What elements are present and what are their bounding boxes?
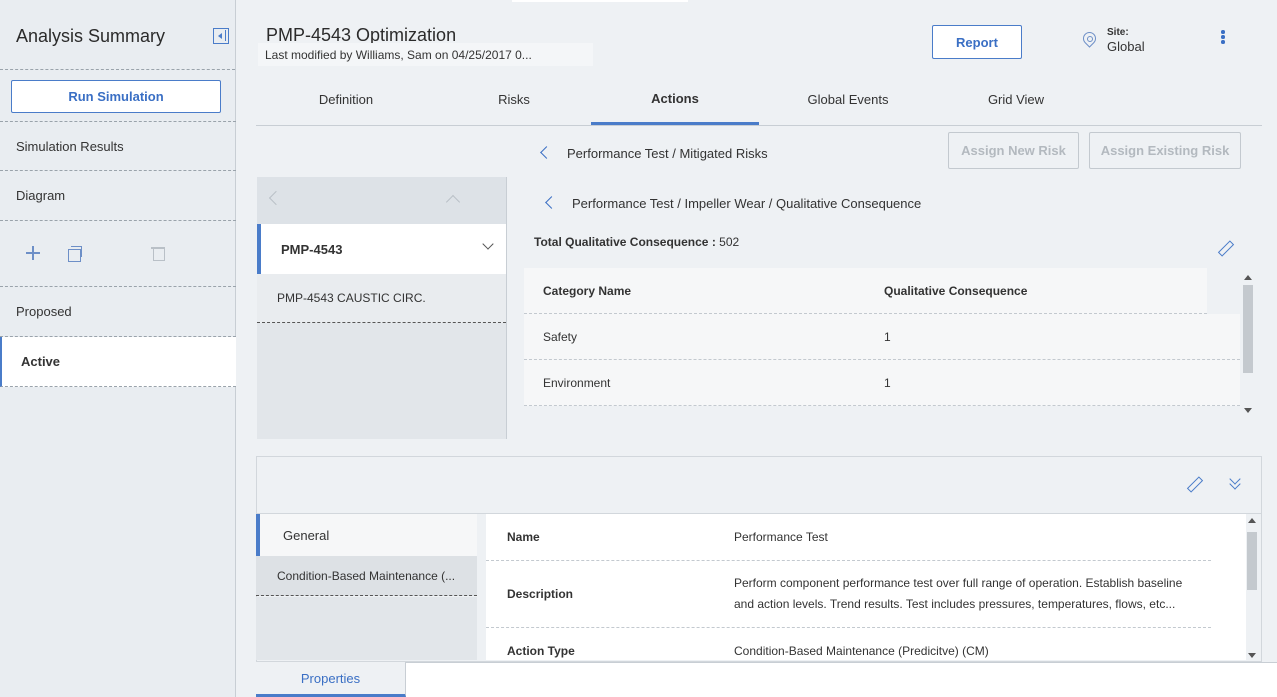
run-simulation-button[interactable]: Run Simulation bbox=[11, 80, 221, 113]
scroll-thumb[interactable] bbox=[1243, 285, 1253, 373]
scroll-down-icon[interactable] bbox=[1244, 408, 1252, 413]
sidebar-toolbar bbox=[0, 221, 236, 287]
nav-item-pmp-4543[interactable]: PMP-4543 bbox=[257, 224, 506, 274]
chevron-left-icon bbox=[268, 190, 284, 206]
edit-pencil-icon[interactable] bbox=[1218, 241, 1232, 255]
property-row-action-type: Action Type Condition-Based Maintenance … bbox=[486, 628, 1211, 660]
column-header-qualitative-consequence[interactable]: Qualitative Consequence bbox=[865, 284, 1027, 298]
assign-existing-risk-button[interactable]: Assign Existing Risk bbox=[1089, 132, 1241, 169]
qualitative-consequence-table: Category Name Qualitative Consequence Sa… bbox=[524, 268, 1240, 406]
property-value: Perform component performance test over … bbox=[734, 576, 1183, 611]
table-header-row: Category Name Qualitative Consequence bbox=[524, 268, 1207, 314]
tab-actions[interactable]: Actions bbox=[591, 74, 759, 125]
assign-new-risk-button[interactable]: Assign New Risk bbox=[948, 132, 1079, 169]
scroll-up-icon[interactable] bbox=[1244, 275, 1252, 280]
properties-list: Name Performance Test Description Perfor… bbox=[486, 514, 1246, 660]
property-row-name: Name Performance Test bbox=[486, 514, 1211, 561]
sidebar-title: Analysis Summary bbox=[16, 26, 166, 46]
cell-category: Environment bbox=[543, 375, 611, 390]
last-modified-text: Last modified by Williams, Sam on 04/25/… bbox=[258, 43, 593, 66]
location-pin-icon bbox=[1082, 32, 1096, 50]
add-icon[interactable] bbox=[25, 245, 41, 261]
nav-subitem-caustic-circ[interactable]: PMP-4543 CAUSTIC CIRC. bbox=[257, 274, 506, 323]
properties-scrollbar[interactable] bbox=[1246, 516, 1258, 658]
tab-risks[interactable]: Risks bbox=[430, 74, 598, 125]
navigation-panel: PMP-4543 PMP-4543 CAUSTIC CIRC. bbox=[257, 177, 507, 439]
tab-bar: Definition Risks Actions Global Events G… bbox=[256, 74, 1262, 126]
tab-definition[interactable]: Definition bbox=[262, 74, 430, 125]
total-qualitative-consequence: Total Qualitative Consequence : 502 bbox=[534, 235, 739, 249]
bottom-tab-bar bbox=[406, 662, 1277, 697]
table-row[interactable]: Safety 1 bbox=[524, 314, 1240, 360]
breadcrumb-mitigated-risks: Performance Test / Mitigated Risks bbox=[567, 146, 768, 161]
total-label: Total Qualitative Consequence : bbox=[534, 235, 716, 249]
table-row[interactable]: Environment 1 bbox=[524, 360, 1240, 406]
property-row-description: Description Perform component performanc… bbox=[486, 561, 1211, 628]
page-header: PMP-4543 Optimization Last modified by W… bbox=[236, 0, 1277, 72]
tab-global-events[interactable]: Global Events bbox=[764, 74, 932, 125]
tab-properties[interactable]: Properties bbox=[256, 662, 406, 697]
section-condition-based-maintenance[interactable]: Condition-Based Maintenance (... bbox=[256, 556, 477, 596]
site-value[interactable]: Global bbox=[1107, 39, 1145, 54]
site-label: Site: bbox=[1107, 27, 1129, 38]
sidebar-item-proposed[interactable]: Proposed bbox=[0, 287, 236, 337]
detail-panel-header bbox=[257, 457, 1261, 514]
copy-icon[interactable] bbox=[65, 245, 82, 262]
nav-panel-header bbox=[257, 177, 506, 224]
report-button[interactable]: Report bbox=[932, 25, 1022, 59]
property-value: Performance Test bbox=[734, 530, 828, 544]
edit-pencil-icon[interactable] bbox=[1187, 477, 1201, 491]
property-key: Description bbox=[507, 587, 574, 601]
sidebar-item-diagram[interactable]: Diagram bbox=[0, 171, 236, 221]
section-general[interactable]: General bbox=[256, 514, 477, 556]
section-list-filler bbox=[256, 597, 477, 660]
scroll-thumb[interactable] bbox=[1247, 532, 1257, 590]
property-key: Action Type bbox=[507, 644, 575, 658]
cell-category: Safety bbox=[543, 329, 578, 344]
sidebar-header: Analysis Summary bbox=[0, 0, 235, 70]
sidebar-item-simulation-results[interactable]: Simulation Results bbox=[0, 121, 236, 171]
scroll-up-icon[interactable] bbox=[1248, 518, 1256, 523]
breadcrumb-qualitative-consequence: Performance Test / Impeller Wear / Quali… bbox=[572, 196, 922, 211]
cell-value: 1 bbox=[884, 329, 891, 344]
sidebar-item-active[interactable]: Active bbox=[0, 337, 236, 387]
table-scrollbar[interactable] bbox=[1242, 273, 1254, 413]
left-sidebar: Analysis Summary Run Simulation Simulati… bbox=[0, 0, 236, 697]
header-accent-line bbox=[512, 0, 688, 2]
nav-item-label: PMP-4543 bbox=[281, 241, 343, 257]
property-value: Condition-Based Maintenance (Predicitve)… bbox=[734, 644, 989, 658]
more-options-icon[interactable] bbox=[1221, 30, 1225, 44]
collapse-sidebar-icon[interactable] bbox=[213, 28, 229, 44]
tab-grid-view[interactable]: Grid View bbox=[932, 74, 1100, 125]
delete-icon bbox=[150, 245, 166, 261]
column-header-category-name[interactable]: Category Name bbox=[524, 284, 865, 298]
double-chevron-down-icon[interactable] bbox=[1229, 473, 1241, 490]
chevron-up-icon bbox=[445, 194, 461, 210]
property-key: Name bbox=[507, 530, 540, 544]
back-chevron-icon[interactable] bbox=[545, 196, 558, 209]
chevron-down-icon[interactable] bbox=[482, 238, 494, 250]
back-chevron-icon[interactable] bbox=[540, 146, 553, 159]
scroll-down-icon[interactable] bbox=[1248, 653, 1256, 658]
total-value: 502 bbox=[719, 235, 740, 249]
cell-value: 1 bbox=[884, 375, 891, 390]
